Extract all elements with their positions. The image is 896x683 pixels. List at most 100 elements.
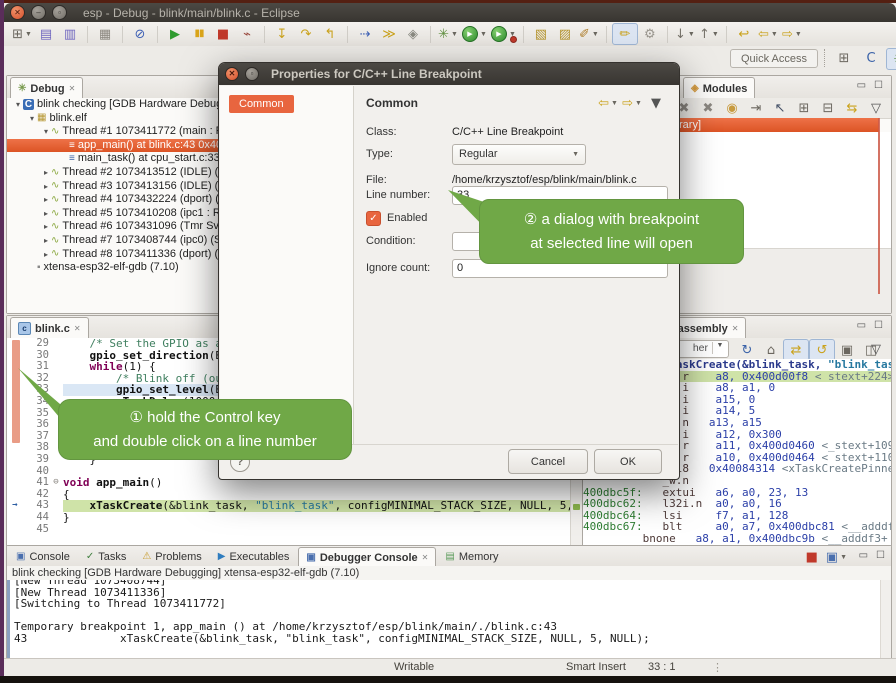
external-annotations-button[interactable]: ⚙ (638, 24, 662, 44)
resume-button[interactable]: ▶ (163, 24, 187, 44)
tab-debug-close-icon[interactable]: ✕ (69, 84, 76, 93)
disassembly-minimize-icon[interactable]: ▭ (857, 320, 866, 331)
window-maximize-button[interactable]: ▫ (52, 5, 67, 20)
home-button[interactable]: ⌂ (759, 340, 783, 360)
line-number[interactable]: 39 (23, 454, 49, 466)
disassembly-row[interactable]: 400dbc62: l32i.n a0, a0, 16 (583, 498, 891, 510)
forward-dropdown-icon[interactable]: ▼ (635, 100, 642, 107)
open-resource-button[interactable]: ▨ (553, 24, 577, 44)
terminate-console-button[interactable]: ■ (800, 547, 824, 567)
new-wizard-button[interactable]: ⊞▼ (10, 24, 34, 44)
collapsed-arrow-icon[interactable]: ▸ (41, 220, 51, 234)
forward-button[interactable]: ⇨▼ (620, 93, 644, 113)
dialog-minimize-button[interactable]: ▫ (245, 67, 259, 81)
link-with-debug-button[interactable]: ⇆ (840, 98, 864, 118)
console-scrollbar[interactable] (880, 580, 891, 659)
line-number[interactable]: 38 (23, 442, 49, 454)
code-line[interactable]: 44} (7, 512, 583, 524)
save-button[interactable]: ▤ (34, 24, 58, 44)
display-selected-console-dropdown-icon[interactable]: ▼ (840, 554, 847, 561)
view-menu-button[interactable]: ▽ (864, 339, 888, 359)
line-number[interactable]: 42 (23, 489, 49, 501)
collapsed-arrow-icon[interactable]: ▸ (41, 166, 51, 180)
open-new-view-button[interactable]: ▣ (835, 340, 859, 360)
line-number[interactable]: 41 (23, 477, 49, 489)
suspend-button[interactable]: ▮▮ (187, 24, 211, 44)
collapsed-arrow-icon[interactable]: ▸ (41, 248, 51, 262)
code-line[interactable]: 42{ (7, 489, 583, 501)
line-number[interactable]: 40 (23, 466, 49, 478)
pin-context-button[interactable]: ◈ (401, 24, 425, 44)
window-close-button[interactable]: ✕ (10, 5, 25, 20)
debug-perspective-button[interactable]: ✳ (886, 48, 896, 70)
code-line[interactable]: 45 (7, 524, 583, 536)
goto-address-button[interactable]: ⇥ (744, 98, 768, 118)
line-number[interactable]: 29 (23, 338, 49, 350)
view-menu-button[interactable]: ▽ (864, 98, 888, 118)
quick-access-box[interactable]: Quick Access (730, 49, 818, 68)
sidebar-item-common[interactable]: Common (229, 95, 294, 113)
tab-debugger-console[interactable]: ▣Debugger Console✕ (298, 547, 436, 567)
dialog-titlebar[interactable]: ✕ ▫ Properties for C/C++ Line Breakpoint (219, 63, 679, 85)
view-menu-button[interactable]: ▼ (644, 93, 668, 113)
last-edit-location-button[interactable]: ↩ (732, 24, 756, 44)
tab-disassembly-close-icon[interactable]: ✕ (732, 324, 739, 333)
collapse-all-button[interactable]: ⊟ (816, 98, 840, 118)
line-number[interactable]: 30 (23, 350, 49, 362)
cancel-button[interactable]: Cancel (508, 449, 588, 474)
tab-debug[interactable]: ✳ Debug ✕ (10, 77, 83, 99)
cpp-perspective-button[interactable]: C (859, 48, 883, 68)
modules-maximize-icon[interactable]: ☐ (874, 80, 883, 91)
step-over-button[interactable]: ↷ (294, 24, 318, 44)
enabled-checkbox[interactable]: ✓ (366, 211, 381, 226)
back-dropdown-icon[interactable]: ▼ (611, 100, 618, 107)
forward-button[interactable]: ⇨▼ (780, 24, 804, 44)
collapsed-arrow-icon[interactable]: ▸ (41, 234, 51, 248)
next-annotation-button[interactable]: ↓▼ (673, 24, 697, 44)
run-button[interactable]: ▶▼ (460, 24, 489, 44)
dialog-close-button[interactable]: ✕ (225, 67, 239, 81)
search-button[interactable]: ✐▼ (577, 24, 601, 44)
line-number[interactable]: 44 (23, 512, 49, 524)
previous-annotation-dropdown-icon[interactable]: ▼ (712, 31, 719, 38)
step-return-button[interactable]: ↰ (318, 24, 342, 44)
back-button[interactable]: ⇦▼ (756, 24, 780, 44)
line-number[interactable]: 45 (23, 524, 49, 536)
collapsed-arrow-icon[interactable]: ▸ (41, 193, 51, 207)
open-perspective-button[interactable]: ⊞ (832, 48, 856, 68)
disconnect-button[interactable]: ⌁ (235, 24, 259, 44)
status-drag-handle[interactable]: ⋮ (712, 661, 723, 674)
next-annotation-dropdown-icon[interactable]: ▼ (688, 31, 695, 38)
collapsed-arrow-icon[interactable]: ▸ (41, 180, 51, 194)
refresh-view-button[interactable]: ↻ (735, 340, 759, 360)
previous-annotation-button[interactable]: ↑▼ (697, 24, 721, 44)
skip-all-breakpoints-button[interactable]: ⊘ (128, 24, 152, 44)
binary-button[interactable]: ▦ (93, 24, 117, 44)
mark-occurrences-button[interactable]: ✏ (612, 23, 638, 45)
tab-console[interactable]: ▣Console (9, 547, 77, 566)
expand-all-button[interactable]: ⊞ (792, 98, 816, 118)
fold-collapse-icon[interactable]: ⊖ (49, 477, 63, 489)
disassembly-row[interactable]: 400dbc67: blt a0, a7, 0x400dbc81 <__addd… (583, 521, 891, 533)
disassembly-row[interactable]: 400dbc5f: extui a6, a0, 23, 13 (583, 487, 891, 499)
disassembly-row[interactable]: bnone a8, a1, 0x400dbc9b <__adddf3+ (583, 533, 891, 545)
tab-executables[interactable]: ▶Executables (211, 547, 297, 566)
expanded-arrow-icon[interactable]: ▾ (13, 98, 23, 112)
disassembly-location-dropdown-icon[interactable]: ▼ (712, 342, 727, 354)
debug-dropdown-icon[interactable]: ▼ (451, 31, 458, 38)
use-step-filters-button[interactable]: ≫ (377, 24, 401, 44)
console-output[interactable]: [New Thread 1073408744][New Thread 10734… (7, 580, 891, 659)
collapsed-arrow-icon[interactable]: ▸ (41, 207, 51, 221)
tab-blink-c-close-icon[interactable]: ✕ (74, 324, 81, 333)
tab-modules[interactable]: ◈ Modules (683, 77, 755, 99)
tab-close-icon[interactable]: ✕ (422, 553, 429, 562)
tab-problems[interactable]: ⚠Problems (135, 547, 208, 566)
select-cursor-button[interactable]: ↖ (768, 98, 792, 118)
display-selected-console-button[interactable]: ▣▼ (824, 547, 849, 567)
sync-active-context-button[interactable]: ↺ (809, 339, 835, 361)
window-titlebar[interactable]: ✕ – ▫ esp - Debug - blink/main/blink.c -… (4, 3, 896, 22)
ok-button[interactable]: OK (594, 449, 662, 474)
remove-all-modules-button[interactable]: ✖ (696, 98, 720, 118)
type-dropdown[interactable]: Regular ▼ (452, 144, 586, 165)
step-into-button[interactable]: ↧ (270, 24, 294, 44)
